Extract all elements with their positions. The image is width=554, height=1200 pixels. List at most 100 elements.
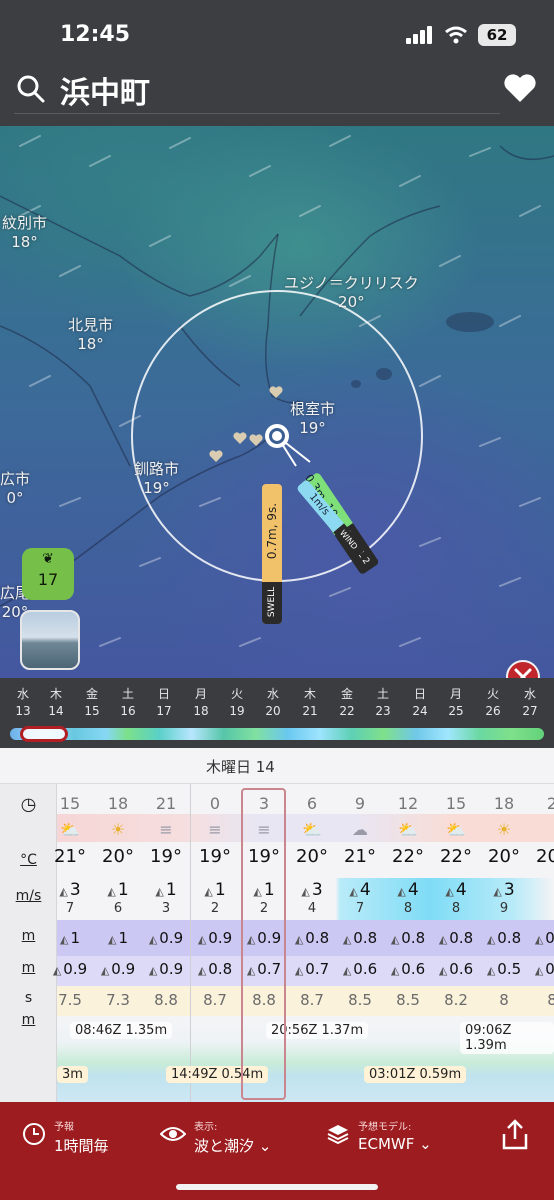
day-item[interactable]: 木 21	[292, 686, 328, 720]
wifi-icon	[445, 26, 467, 44]
selected-range-handle[interactable]	[20, 726, 68, 742]
cloud-sun-icon: ⛅	[398, 820, 418, 839]
day-item[interactable]: 水 20	[255, 686, 291, 720]
forecast-interval-button[interactable]: 予報 1時間毎	[22, 1118, 109, 1156]
search-icon[interactable]	[16, 74, 46, 104]
wave-arrow-icon: ◭	[197, 964, 207, 977]
wave-arrow-icon: ◭	[100, 964, 110, 977]
wind-arrow-icon: ◭	[59, 885, 68, 898]
chevron-down-icon: ⌄	[258, 1137, 272, 1155]
wind-arrow-icon: ◭	[349, 885, 358, 898]
display-mode-button[interactable]: 表示: 波と潮汐 ⌄	[160, 1118, 271, 1156]
wave-arrow-icon: ◭	[59, 933, 69, 946]
hour-column[interactable]: 0 ≡ 19° ◭ 1 2 ◭ 0.9 ◭ 0.8 8.7	[190, 784, 238, 1102]
city-label: 釧路市 19°	[134, 460, 180, 497]
day-item[interactable]: 土 23	[365, 686, 401, 720]
layers-icon	[327, 1125, 349, 1145]
leaf-badge[interactable]: ❦ 17	[22, 548, 74, 600]
day-item[interactable]: 日 17	[146, 686, 182, 720]
city-label: 根室市 19°	[290, 400, 336, 437]
status-time: 12:45	[60, 22, 131, 47]
tide-high-label: 08:46Z 1.35m	[70, 1022, 173, 1039]
wave-arrow-icon: ◭	[438, 933, 448, 946]
status-icons: 62	[406, 24, 516, 46]
day-item[interactable]: 火 26	[475, 686, 511, 720]
hour-column[interactable]: 15 ⛅ 21° ◭ 3 7 ◭ 1 ◭ 0.9 7.5	[46, 784, 94, 1102]
wave-arrow-icon: ◭	[486, 964, 496, 977]
wave-arrow-icon: ◭	[534, 933, 544, 946]
day-item[interactable]: 金 22	[329, 686, 365, 720]
cloud-icon: ☁	[352, 820, 368, 839]
chevron-down-icon: ⌄	[419, 1135, 432, 1153]
tide-low-label: 03:01Z 0.59m	[364, 1066, 467, 1083]
day-item[interactable]: 月 25	[438, 686, 474, 720]
clock-icon	[23, 1123, 45, 1145]
wave-arrow-icon: ◭	[148, 933, 158, 946]
sun-icon: ☀	[496, 820, 512, 839]
leaf-icon: ❦	[42, 551, 54, 567]
forecast-color-bar[interactable]	[10, 728, 544, 740]
table-date-header: 木曜日 14	[0, 748, 554, 784]
wave-arrow-icon: ◭	[107, 933, 117, 946]
day-item[interactable]: 水 13	[5, 686, 41, 720]
city-label: ユジノ＝クリリスク 20°	[284, 274, 419, 311]
weather-map[interactable]: 紋別市 18° ユジノ＝クリリスク 20° 北見市 18° 根室市 19° 釧路市 19°…	[0, 126, 554, 678]
wind-arrow-icon: ◭	[445, 885, 454, 898]
wave-arrow-icon: ◭	[390, 933, 400, 946]
wave-arrow-icon: ◭	[390, 964, 400, 977]
forecast-model-button[interactable]: 予想モデル: ECMWF ⌄	[326, 1118, 432, 1153]
tide-low-label: 3m	[57, 1066, 88, 1083]
webcam-thumbnail[interactable]	[20, 610, 80, 670]
wave-arrow-icon: ◭	[294, 933, 304, 946]
city-label: 紋別市 18°	[2, 214, 48, 251]
wave-arrow-icon: ◭	[342, 964, 352, 977]
home-indicator[interactable]	[176, 1184, 378, 1190]
fog-icon: ≡	[208, 820, 222, 839]
location-title[interactable]: 浜中町	[60, 68, 150, 112]
top-bar: 12:45 62 浜中町	[0, 0, 554, 126]
hour-column[interactable]: 18 ☀ 20° ◭ 1 6 ◭ 1 ◭ 0.9 7.3	[94, 784, 142, 1102]
day-item[interactable]: 日 24	[402, 686, 438, 720]
battery-indicator: 62	[478, 24, 516, 46]
wave-arrow-icon: ◭	[148, 964, 158, 977]
eye-icon	[160, 1127, 186, 1141]
wind-arrow-icon: ◭	[493, 885, 502, 898]
wave-arrow-icon: ◭	[342, 933, 352, 946]
wave-arrow-icon: ◭	[438, 964, 448, 977]
wind-arrow-icon: ◭	[301, 885, 310, 898]
hour-column[interactable]: 18 ☀ 20° ◭ 3 9 ◭ 0.8 ◭ 0.5 8	[480, 784, 528, 1102]
day-item[interactable]: 火 19	[219, 686, 255, 720]
day-item[interactable]: 土 16	[110, 686, 146, 720]
fog-icon: ≡	[159, 820, 173, 839]
search-bar[interactable]: 浜中町	[14, 66, 500, 114]
hour-column[interactable]: 21 ≡ 19° ◭ 1 3 ◭ 0.9 ◭ 0.9 8.8	[142, 784, 190, 1102]
wave-arrow-icon: ◭	[294, 964, 304, 977]
wave-arrow-icon: ◭	[52, 964, 62, 977]
forecast-table[interactable]: 木曜日 14 ◷ °C m/s m m s m 15 ⛅ 21° ◭ 3 7 ◭ 1…	[0, 748, 554, 1102]
wind-arrow-icon: ◭	[155, 885, 164, 898]
wind-arrow-icon: ◭	[397, 885, 406, 898]
day-item[interactable]: 金 15	[74, 686, 110, 720]
hour-column[interactable]: 12 ⛅ 22° ◭ 4 8 ◭ 0.8 ◭ 0.6 8.5	[384, 784, 432, 1102]
swell-marker[interactable]: 0.7m, 9s. SWELL	[262, 484, 282, 624]
hour-column[interactable]: 6 ⛅ 20° ◭ 3 4 ◭ 0.8 ◭ 0.7 8.7	[288, 784, 336, 1102]
share-icon[interactable]	[500, 1118, 530, 1152]
selected-hour-highlight	[241, 788, 286, 1100]
hour-column[interactable]: 9 ☁ 21° ◭ 4 7 ◭ 0.8 ◭ 0.6 8.5	[336, 784, 384, 1102]
wave-arrow-icon: ◭	[534, 964, 544, 977]
day-item[interactable]: 水 27	[512, 686, 548, 720]
favorite-heart-icon[interactable]	[502, 72, 538, 104]
wind-arrow-icon: ◭	[204, 885, 213, 898]
sun-icon: ☀	[110, 820, 126, 839]
day-item[interactable]: 木 14	[38, 686, 74, 720]
signal-icon	[406, 26, 432, 44]
day-item[interactable]: 月 18	[183, 686, 219, 720]
hour-column[interactable]: 15 ⛅ 22° ◭ 4 8 ◭ 0.8 ◭ 0.6 8.2	[432, 784, 480, 1102]
date-strip[interactable]: 水 13 木 14 金 15 土 16 日 17 月 18 火 19 水 20 木 21 金 22 …	[0, 678, 554, 748]
city-label: 広市 0°	[0, 470, 31, 507]
tide-high-label: 09:06Z 1.39m	[460, 1022, 554, 1054]
hour-column[interactable]: 2 20° ◭0.8 ◭0.4 8	[528, 784, 554, 1102]
wave-arrow-icon: ◭	[486, 933, 496, 946]
swell-label: SWELL	[267, 586, 277, 618]
cloud-sun-icon: ⛅	[302, 820, 322, 839]
